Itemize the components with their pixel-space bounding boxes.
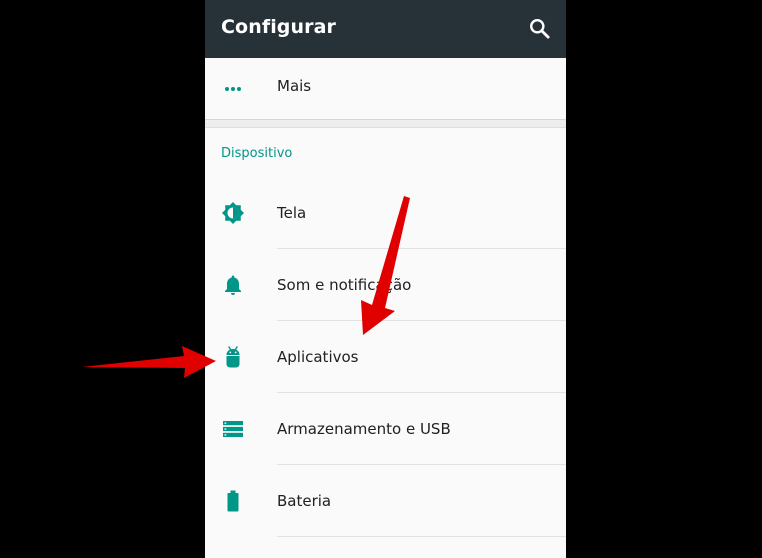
settings-item-bateria[interactable]: Bateria bbox=[205, 465, 566, 537]
storage-icon bbox=[221, 417, 245, 441]
section-separator bbox=[205, 120, 566, 128]
settings-item-label: Bateria bbox=[277, 492, 332, 510]
search-icon bbox=[530, 19, 550, 39]
settings-item-aplicativos[interactable]: Aplicativos bbox=[205, 321, 566, 393]
settings-item-label: Armazenamento e USB bbox=[277, 420, 451, 438]
divider bbox=[277, 536, 566, 537]
settings-item-armazenamento[interactable]: Armazenamento e USB bbox=[205, 393, 566, 465]
more-horiz-icon bbox=[221, 77, 245, 101]
settings-item-mais[interactable]: Mais bbox=[205, 58, 566, 120]
page-title: Configurar bbox=[221, 16, 336, 38]
settings-item-som[interactable]: Som e notificação bbox=[205, 249, 566, 321]
app-bar: Configurar bbox=[205, 0, 566, 58]
battery-icon bbox=[221, 489, 245, 513]
settings-item-label: Aplicativos bbox=[277, 348, 359, 366]
section-header-dispositivo: Dispositivo bbox=[221, 146, 293, 161]
search-button[interactable] bbox=[527, 16, 553, 42]
arrow-annotation-left bbox=[82, 346, 216, 378]
settings-screen: Configurar Mais Dispositivo Tela Som e n… bbox=[205, 0, 566, 558]
bell-icon bbox=[221, 273, 245, 297]
settings-item-label: Mais bbox=[277, 77, 312, 95]
settings-item-label: Tela bbox=[277, 204, 307, 222]
brightness-icon bbox=[221, 201, 245, 225]
android-icon bbox=[221, 345, 245, 369]
settings-item-label: Som e notificação bbox=[277, 276, 412, 294]
screen: Configurar Mais Dispositivo Tela Som e n… bbox=[0, 0, 762, 558]
settings-item-tela[interactable]: Tela bbox=[205, 177, 566, 249]
